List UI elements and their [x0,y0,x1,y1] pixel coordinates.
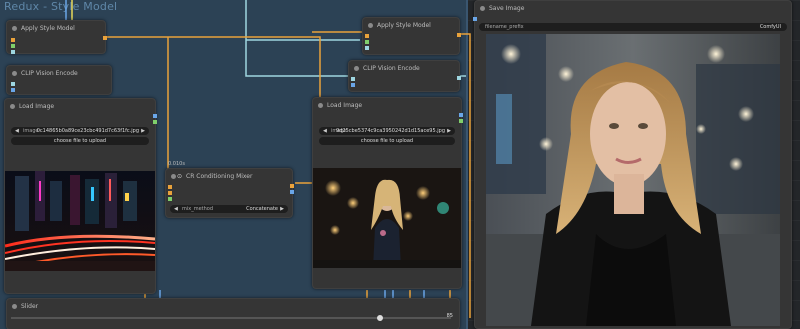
collapse-dot-icon[interactable] [12,304,17,309]
node-title: Apply Style Model [377,22,431,29]
input-socket-conditioning[interactable] [365,34,369,38]
preview-image-woman-city-lights [313,168,461,268]
node-apply-style-model-2[interactable]: Apply Style Model [362,17,461,55]
input-socket-image[interactable] [11,88,15,92]
node-title: Load Image [327,102,363,109]
widget-value: Concatenate [246,206,278,212]
mix-method-select-widget[interactable]: ◀ mix_method Concatenate ▶ [170,205,288,213]
node-title: Load Image [19,103,55,110]
slider-value: 85 [446,313,453,319]
choose-file-button[interactable]: choose file to upload [319,137,455,145]
node-slider[interactable]: Slider 85 [6,298,460,329]
woman-portrait-image [486,34,780,326]
collapse-dot-icon[interactable] [368,23,373,28]
collapse-dot-icon[interactable] [354,66,359,71]
widget-label: mix_method [182,206,214,212]
node-title: Apply Style Model [21,25,75,32]
input-socket-conditioning[interactable] [11,38,15,42]
widget-value: 0c14865b0a89ce23cbc491d7c63f1fc.jpg [36,128,139,134]
arrow-right-icon[interactable]: ▶ [447,127,451,135]
preview-image-city-night [5,171,155,271]
collapse-dot-icon[interactable] [171,174,176,179]
input-socket-style-model[interactable] [365,40,369,44]
output-socket-conditioning[interactable] [290,184,294,188]
node-title: Save Image [489,5,525,12]
collapse-dot-icon[interactable] [318,103,323,108]
output-socket-conditioning[interactable] [457,33,461,37]
collapse-dot-icon[interactable] [480,6,485,11]
collapse-dot-icon[interactable] [12,26,17,31]
image-select-widget[interactable]: ◀ image 0c14865b0a89ce23cbc491d7c63f1fc.… [11,127,149,135]
node-cr-conditioning-mixer[interactable]: ⊙ CR Conditioning Mixer ◀ mix_method Con… [165,168,294,218]
input-socket-image[interactable] [351,83,355,87]
output-socket-vision-output[interactable] [457,76,461,80]
node-title: CR Conditioning Mixer [186,173,253,180]
widget-label: filename_prefix [485,24,524,30]
output-socket-mask[interactable] [153,120,157,124]
city-night-image [5,171,155,271]
input-socket-3[interactable] [168,197,172,201]
woman-night-image [313,168,461,268]
input-socket-images[interactable] [473,17,477,21]
input-socket-clip-vision[interactable] [11,50,15,54]
input-socket-clip-vision[interactable] [351,77,355,81]
input-socket-clip-vision[interactable] [11,82,15,86]
output-socket-show-help[interactable] [290,190,294,194]
input-socket-clip-vision[interactable] [365,46,369,50]
arrow-left-icon[interactable]: ◀ [15,127,19,135]
output-socket-image[interactable] [459,113,463,117]
input-socket-conditioning-2[interactable] [168,191,172,195]
image-select-widget[interactable]: ◀ image 9d25cbe5374c9ca3950242d1d15ace95… [319,127,455,135]
slider-handle[interactable] [377,315,383,321]
input-socket-conditioning-1[interactable] [168,185,172,189]
arrow-right-icon[interactable]: ▶ [280,205,284,213]
arrow-right-icon[interactable]: ▶ [141,127,145,135]
node-title: CLIP Vision Encode [363,65,420,72]
output-image-woman-portrait [486,34,780,326]
node-load-image-2[interactable]: Load Image ◀ image 9d25cbe5374c9ca395024… [312,97,463,289]
node-canvas[interactable]: Redux - Style Model Apply Style Model CL… [0,0,800,329]
widget-value: 9d25cbe5374c9ca3950242d1d15ace95.jpg [336,128,445,134]
output-socket-conditioning[interactable] [103,36,107,40]
arrow-left-icon[interactable]: ◀ [323,127,327,135]
output-socket-mask[interactable] [459,119,463,123]
filename-prefix-widget[interactable]: filename_prefix ComfyUI [479,23,787,31]
widget-value[interactable]: ComfyUI [760,23,781,31]
slider-track[interactable] [11,315,451,321]
output-socket-image[interactable] [153,114,157,118]
collapse-dot-icon[interactable] [12,71,17,76]
collapse-dot-icon[interactable] [10,104,15,109]
node-clip-vision-encode-2[interactable]: CLIP Vision Encode [348,60,461,92]
node-clip-vision-encode-1[interactable]: CLIP Vision Encode [6,65,112,95]
node-load-image-1[interactable]: Load Image ◀ image 0c14865b0a89ce23cbc49… [4,98,157,294]
node-save-image[interactable]: Save Image filename_prefix ComfyUI [473,0,792,329]
input-socket-style-model[interactable] [11,44,15,48]
node-apply-style-model-1[interactable]: Apply Style Model [6,20,107,54]
choose-file-button[interactable]: choose file to upload [11,137,149,145]
link-icon: ⊙ [177,173,183,180]
execution-time-badge: 0.010s [168,161,185,167]
arrow-left-icon[interactable]: ◀ [174,205,178,213]
node-title: CLIP Vision Encode [21,70,78,77]
node-title: Slider [21,303,39,310]
